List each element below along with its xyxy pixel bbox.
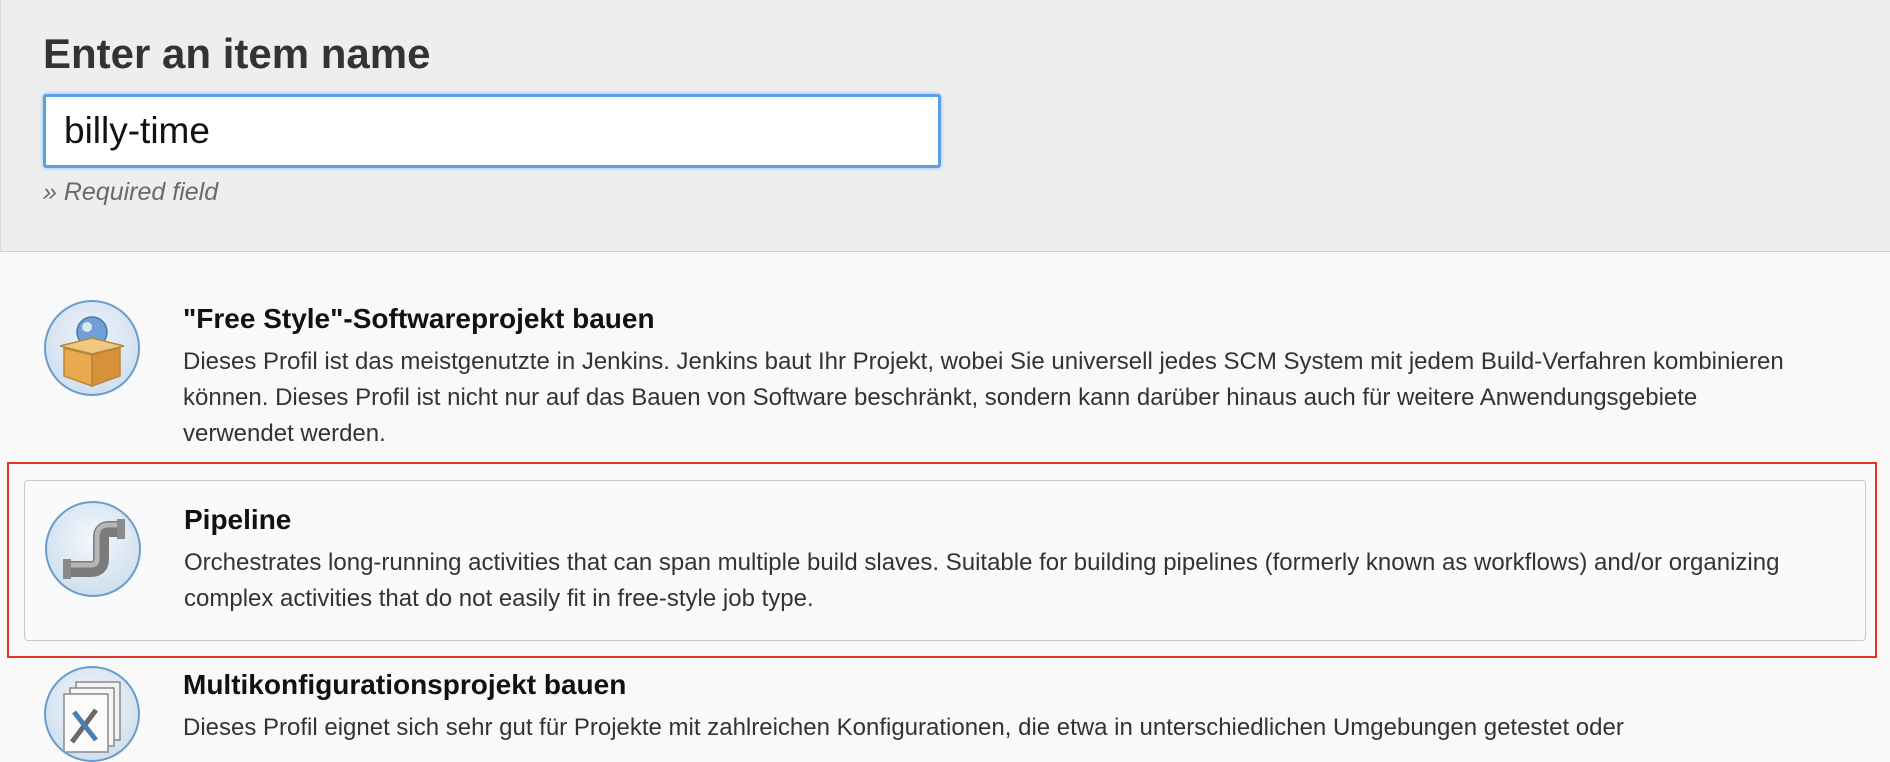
item-title-freestyle: "Free Style"-Softwareprojekt bauen <box>183 303 655 334</box>
required-field-hint: » Required field <box>43 178 219 206</box>
item-name-input[interactable] <box>43 94 941 168</box>
item-type-freestyle[interactable]: "Free Style"-Softwareprojekt bauen Diese… <box>24 284 1866 454</box>
item-description-multiconfig: Dieses Profil eignet sich sehr gut für P… <box>183 714 1624 741</box>
multi-config-tools-icon <box>44 666 140 762</box>
item-type-pipeline[interactable]: Pipeline Orchestrates long-running activ… <box>24 480 1866 641</box>
item-name-header: Enter an item name » Required field <box>0 0 1890 252</box>
page-title: Enter an item name <box>43 30 431 77</box>
item-title-multiconfig: Multikonfigurationsprojekt bauen <box>183 669 627 700</box>
item-description-freestyle: Dieses Profil ist das meistgenutzte in J… <box>183 348 1784 447</box>
freestyle-box-icon <box>44 300 140 396</box>
item-description-pipeline: Orchestrates long-running activities tha… <box>184 549 1780 612</box>
item-title-pipeline: Pipeline <box>184 504 292 535</box>
item-type-multiconfig[interactable]: Multikonfigurationsprojekt bauen Dieses … <box>24 650 1866 762</box>
pipe-icon <box>45 501 141 597</box>
